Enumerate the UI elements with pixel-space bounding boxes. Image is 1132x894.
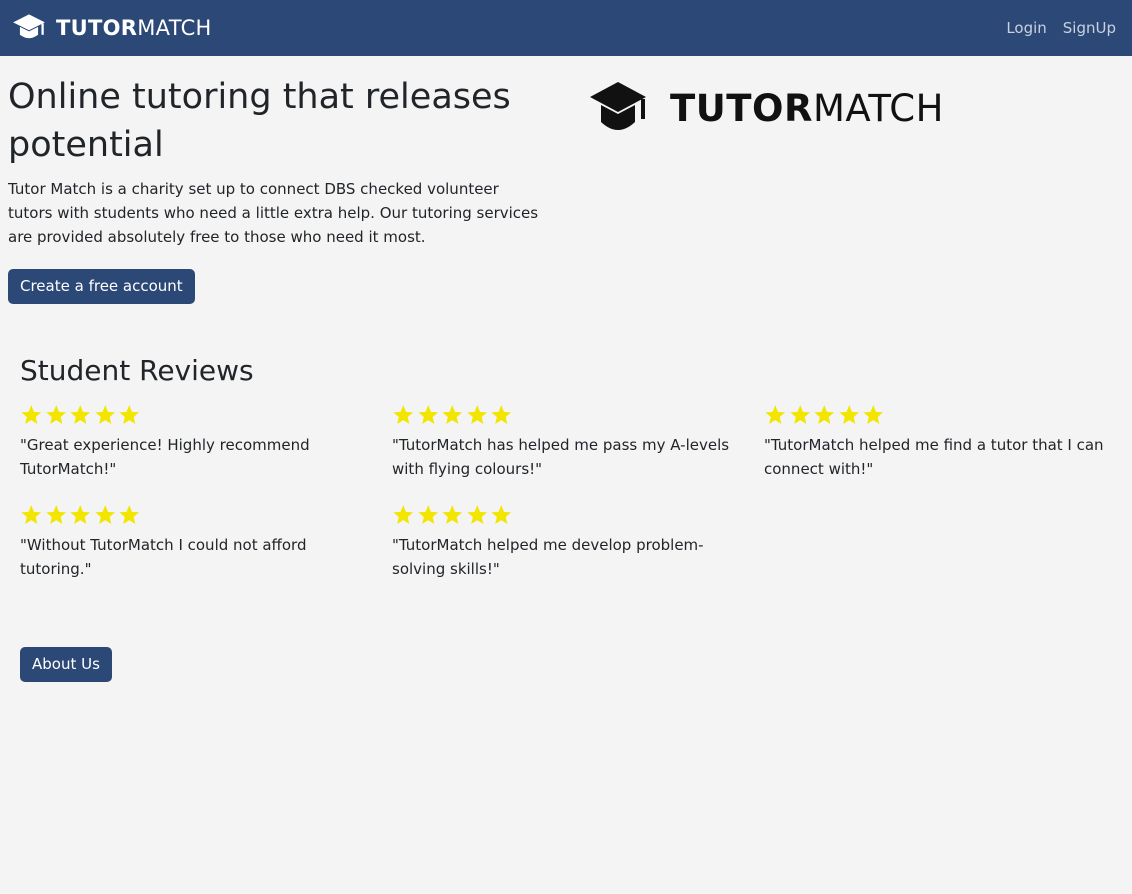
star-icon [70,505,91,524]
star-icon [442,405,463,424]
brand-wordmark: TUTORMATCH [56,15,212,40]
hero-content: Online tutoring that releases potential … [8,77,548,304]
graduation-cap-icon [590,82,646,130]
star-icon [417,505,438,524]
create-account-button[interactable]: Create a free account [8,269,195,304]
star-icon [119,505,140,524]
review-card: "Without TutorMatch I could not afford t… [20,503,360,581]
star-icon [45,405,66,424]
review-text: "TutorMatch helped me find a tutor that … [764,436,1104,478]
star-icon [417,405,438,424]
navbar: TUTORMATCH Login SignUp [0,0,1132,56]
star-rating [20,403,360,429]
star-icon [814,405,835,424]
review-text: "TutorMatch has helped me pass my A-leve… [392,436,730,478]
brand-wordmark-rest: MATCH [137,15,212,40]
star-icon [466,505,487,524]
login-link[interactable]: Login [1006,19,1046,37]
star-icon [119,405,140,424]
hero-description: Tutor Match is a charity set up to conne… [8,180,539,246]
hero-logo-wordmark: TUTORMATCH [670,90,944,127]
star-icon [393,405,414,424]
star-icon [94,405,115,424]
reviews-title: Student Reviews [20,354,254,387]
star-icon [863,405,884,424]
star-icon [45,505,66,524]
star-icon [765,405,786,424]
star-icon [442,505,463,524]
page-title: Online tutoring that releases potential [8,77,511,165]
signup-link[interactable]: SignUp [1063,19,1116,37]
hero-logo-bold: TUTOR [670,86,813,130]
about-us-button[interactable]: About Us [20,647,112,682]
star-rating [764,403,1104,429]
graduation-cap-icon [13,14,45,39]
review-text: "Great experience! Highly recommend Tuto… [20,436,310,478]
star-rating [392,503,732,529]
review-card: "Great experience! Highly recommend Tuto… [20,403,360,481]
review-text: "TutorMatch helped me develop problem-so… [392,536,704,578]
review-card: "TutorMatch helped me develop problem-so… [392,503,732,581]
star-icon [491,405,512,424]
hero-logo: TUTORMATCH [588,80,944,136]
hero-section: Online tutoring that releases potential … [0,56,1132,356]
star-icon [94,505,115,524]
hero-logo-rest: MATCH [812,86,944,130]
review-card: "TutorMatch has helped me pass my A-leve… [392,403,732,481]
brand-logo[interactable]: TUTORMATCH [12,11,212,45]
star-icon [838,405,859,424]
review-card: "TutorMatch helped me find a tutor that … [764,403,1104,481]
star-icon [466,405,487,424]
star-icon [21,405,42,424]
star-icon [70,405,91,424]
brand-wordmark-bold: TUTOR [56,15,138,40]
star-icon [789,405,810,424]
star-icon [21,505,42,524]
star-icon [491,505,512,524]
nav-links: Login SignUp [1006,19,1116,37]
star-rating [392,403,732,429]
review-text: "Without TutorMatch I could not afford t… [20,536,307,578]
star-icon [393,505,414,524]
star-rating [20,503,360,529]
